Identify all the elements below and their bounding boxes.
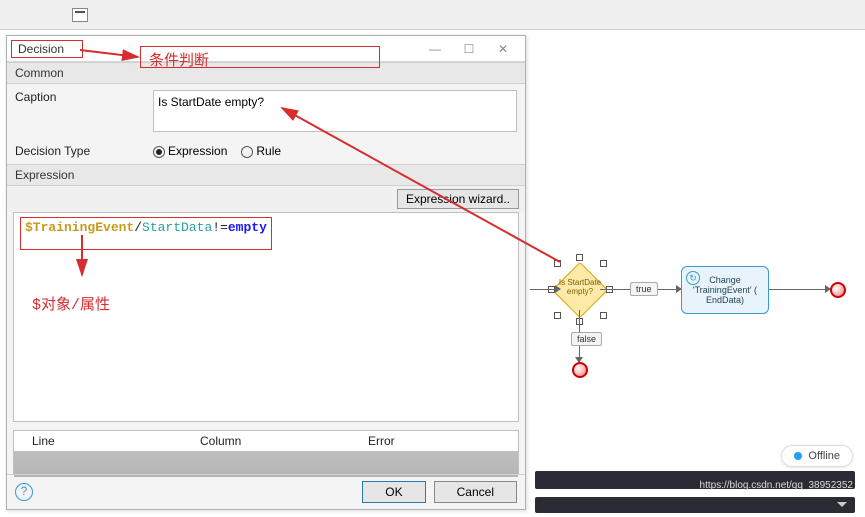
maximize-icon[interactable]: ☐ [457,42,481,56]
offline-label: Offline [808,450,840,462]
err-col-error: Error [350,431,518,451]
annotation-expression-box: $TrainingEvent/StartData!=empty [20,217,272,250]
connector [769,289,830,290]
selection-handle[interactable] [554,312,561,319]
expression-wizard-button[interactable]: Expression wizard.. [397,189,519,209]
token-keyword: empty [228,220,267,235]
selection-handle[interactable] [600,312,607,319]
token-attribute: StartData [142,220,212,235]
close-icon[interactable]: ✕ [491,42,515,56]
selection-handle[interactable] [600,260,607,267]
selection-handle[interactable] [576,254,583,261]
radio-checked-icon [153,146,165,158]
caption-value: Is StartDate empty? [158,95,264,109]
activity-line3: EndData) [684,295,766,305]
watermark-text: https://blog.csdn.net/qq_38952352 [700,480,853,491]
minimize-icon[interactable]: — [423,42,447,56]
token-object: $TrainingEvent [25,220,134,235]
caption-label: Caption [15,90,135,132]
token-slash: / [134,220,142,235]
decision-text-1: Is StartDate [559,278,601,287]
cancel-button[interactable]: Cancel [434,481,517,503]
radio-unchecked-icon [241,146,253,158]
decision-text-2: empty? [567,287,593,296]
token-operator: != [212,220,228,235]
dialog-title: Decision [11,40,83,58]
status-dot-icon [794,452,802,460]
ok-button[interactable]: OK [362,481,425,503]
error-table: Line Column Error [13,430,519,474]
help-icon[interactable]: ? [15,483,33,501]
selection-handle[interactable] [554,260,561,267]
annotation-titlebar-box: 条件判断 [140,46,380,68]
end-node[interactable] [830,282,846,298]
err-col-line: Line [14,431,182,451]
err-col-column: Column [182,431,350,451]
toolbar-grid-icon[interactable] [72,8,88,22]
decision-node[interactable]: Is StartDate empty? [560,270,600,310]
offline-status[interactable]: Offline [781,445,853,467]
expression-section-header: Expression [7,164,525,186]
app-top-strip [0,0,865,30]
activity-line2: 'TrainingEvent' ( [684,285,766,295]
annotation-object-attr: $对象/属性 [32,293,110,314]
arrow-head-icon [555,285,561,293]
expression-editor[interactable]: $TrainingEvent/StartData!=empty $对象/属性 [13,212,519,422]
radio-rule[interactable]: Rule [241,144,281,158]
false-label[interactable]: false [571,332,602,346]
true-label[interactable]: true [630,282,658,296]
caption-input[interactable]: Is StartDate empty? [153,90,517,132]
change-icon: ↻ [686,271,700,285]
radio-expression[interactable]: Expression [153,144,227,158]
change-activity-node[interactable]: ↻ Change 'TrainingEvent' ( EndData) [681,266,769,314]
decision-type-label: Decision Type [15,144,135,158]
end-node[interactable] [572,362,588,378]
decision-dialog: Decision — ☐ ✕ Common Caption Is StartDa… [6,35,526,510]
